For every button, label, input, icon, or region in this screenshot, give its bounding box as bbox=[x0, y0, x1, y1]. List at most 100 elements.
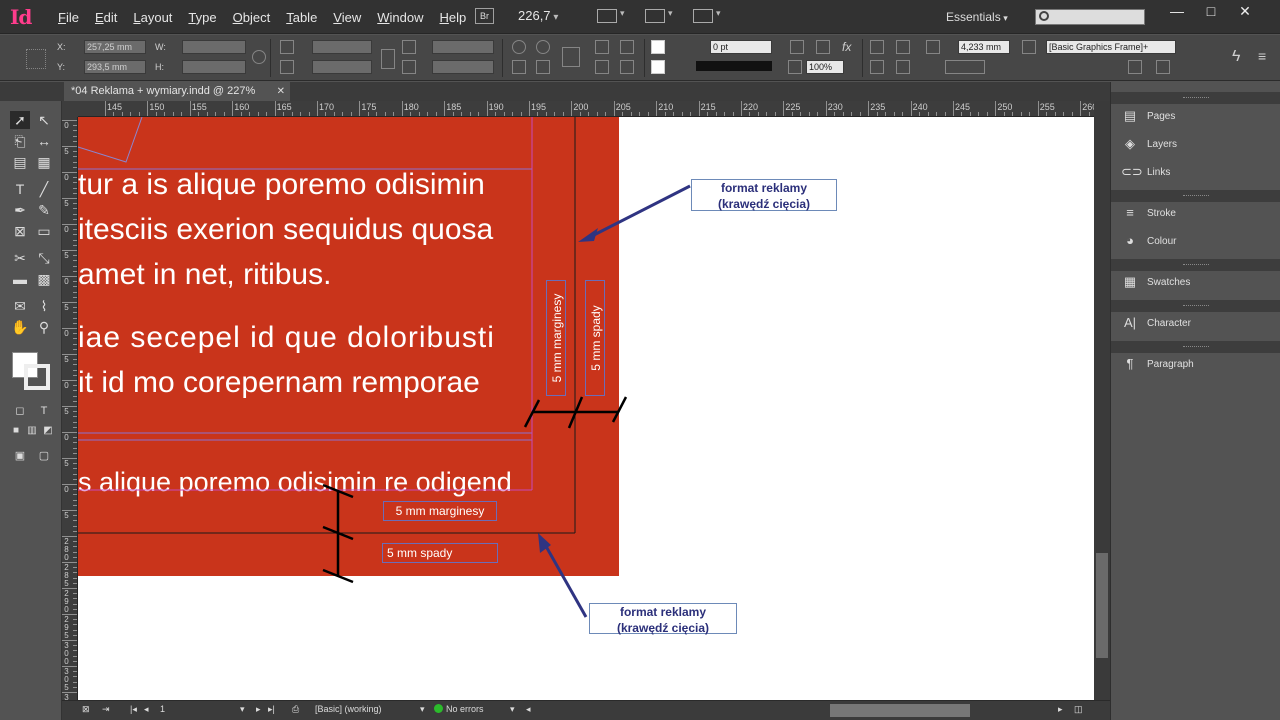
document-icon[interactable]: ⎙ bbox=[292, 704, 299, 715]
free-transform-tool-icon[interactable]: ⤡ bbox=[34, 249, 54, 267]
type-tool-icon[interactable]: T bbox=[10, 180, 30, 198]
flip-h-icon[interactable] bbox=[512, 60, 526, 74]
h-field[interactable] bbox=[182, 60, 246, 74]
page-tool-icon[interactable]: ⎗ bbox=[10, 132, 30, 150]
panel-menu-icon[interactable]: ≡ bbox=[1258, 48, 1266, 64]
pencil-tool-icon[interactable]: ✎ bbox=[34, 201, 54, 219]
workspace-switcher[interactable]: Essentials bbox=[946, 10, 1008, 24]
menu-help[interactable]: Help bbox=[432, 10, 475, 25]
corner-options-icon[interactable] bbox=[945, 60, 985, 74]
rotate-ccw-icon[interactable] bbox=[536, 40, 550, 54]
search-input[interactable] bbox=[1035, 9, 1145, 25]
stroke-weight-field[interactable]: 0 pt bbox=[710, 40, 772, 54]
next-page-icon[interactable]: ▸ bbox=[256, 704, 261, 715]
rotate-cw-icon[interactable] bbox=[512, 40, 526, 54]
previous-page-icon[interactable]: ◂ bbox=[144, 704, 149, 715]
panel-colour[interactable]: ◕ Colour bbox=[1121, 230, 1271, 254]
scissors-tool-icon[interactable]: ✂ bbox=[10, 249, 30, 267]
menu-window[interactable]: Window bbox=[369, 10, 431, 25]
minimize-button[interactable]: — bbox=[1160, 2, 1194, 20]
split-view-icon[interactable]: ◫ bbox=[1074, 704, 1083, 715]
opacity-field[interactable]: 100% bbox=[806, 60, 844, 74]
quick-apply-icon[interactable]: ϟ bbox=[1232, 48, 1240, 66]
panel-layers[interactable]: ◈ Layers bbox=[1121, 133, 1271, 157]
style-status[interactable]: [Basic] (working) bbox=[315, 704, 382, 714]
arrange-documents-icon[interactable] bbox=[693, 8, 721, 23]
fit-content-icon[interactable] bbox=[870, 60, 884, 74]
menu-table[interactable]: Table bbox=[278, 10, 325, 25]
menu-edit[interactable]: Edit bbox=[87, 10, 125, 25]
x-field[interactable]: 257,25 mm bbox=[84, 40, 146, 54]
select-next-icon[interactable] bbox=[620, 60, 634, 74]
style-options-icon[interactable] bbox=[1156, 60, 1170, 74]
open-in-icon[interactable]: ⇥ bbox=[102, 704, 110, 715]
page-dropdown-icon[interactable]: ▾ bbox=[240, 704, 245, 715]
fill-swatch-icon[interactable] bbox=[651, 40, 665, 54]
scroll-left-icon[interactable]: ◂ bbox=[526, 704, 531, 715]
line-tool-icon[interactable]: ╱ bbox=[34, 180, 54, 198]
align-icon[interactable] bbox=[870, 40, 884, 54]
horizontal-scroll-thumb[interactable] bbox=[830, 704, 970, 717]
view-options-icon[interactable] bbox=[597, 8, 625, 23]
panel-group-header[interactable] bbox=[1111, 341, 1280, 353]
scroll-right-icon[interactable]: ▸ bbox=[1058, 704, 1063, 715]
gap-tool-icon[interactable]: ↔ bbox=[34, 132, 54, 150]
style-dropdown-icon[interactable]: ▾ bbox=[420, 704, 425, 715]
y-field[interactable]: 293,5 mm bbox=[84, 60, 146, 74]
preflight-dropdown-icon[interactable]: ▾ bbox=[510, 704, 515, 715]
panel-stroke[interactable]: ≡ Stroke bbox=[1121, 202, 1271, 226]
panel-character[interactable]: A| Character bbox=[1121, 312, 1271, 336]
select-container-icon[interactable] bbox=[595, 40, 609, 54]
menu-view[interactable]: View bbox=[325, 10, 369, 25]
ruler-origin[interactable] bbox=[62, 101, 78, 117]
last-page-icon[interactable]: ▸| bbox=[268, 704, 275, 715]
object-style-dropdown[interactable]: [Basic Graphics Frame]+ bbox=[1046, 40, 1176, 54]
offset-field[interactable]: 4,233 mm bbox=[958, 40, 1010, 54]
eyedropper-tool-icon[interactable]: ⌇ bbox=[34, 297, 54, 315]
menu-file[interactable]: File bbox=[50, 10, 87, 25]
text-wrap-icon[interactable] bbox=[790, 40, 804, 54]
document-canvas[interactable]: tur a is alique poremo odisimin itesciis… bbox=[78, 117, 1094, 700]
panel-paragraph[interactable]: ¶ Paragraph bbox=[1121, 353, 1271, 377]
selection-tool-icon[interactable]: ➚ bbox=[10, 111, 30, 129]
close-button[interactable]: ✕ bbox=[1228, 2, 1262, 20]
panel-links[interactable]: ⊂⊃ Links bbox=[1121, 161, 1271, 185]
w-field[interactable] bbox=[182, 40, 246, 54]
panel-pages[interactable]: ▤ Pages bbox=[1121, 105, 1271, 129]
select-previous-icon[interactable] bbox=[595, 60, 609, 74]
close-tab-icon[interactable]: ✕ bbox=[277, 82, 285, 101]
screen-mode-icon[interactable] bbox=[645, 8, 673, 23]
rectangle-frame-tool-icon[interactable]: ⊠ bbox=[10, 222, 30, 240]
pasteboard-icon[interactable]: ⊠ bbox=[82, 704, 90, 715]
distribute-icon[interactable] bbox=[896, 40, 910, 54]
panel-group-header[interactable] bbox=[1111, 300, 1280, 312]
flip-v-icon[interactable] bbox=[536, 60, 550, 74]
vertical-scrollbar[interactable] bbox=[1094, 101, 1110, 700]
menu-type[interactable]: Type bbox=[180, 10, 224, 25]
constrain-proportions-icon[interactable] bbox=[252, 50, 266, 64]
panel-group-header[interactable] bbox=[1111, 190, 1280, 202]
preview-mode-icon[interactable]: ▢ bbox=[34, 447, 54, 465]
rectangle-tool-icon[interactable]: ▭ bbox=[34, 222, 54, 240]
menu-layout[interactable]: Layout bbox=[125, 10, 180, 25]
zoom-tool-icon[interactable]: ⚲ bbox=[34, 318, 54, 336]
panel-group-header[interactable] bbox=[1111, 92, 1280, 104]
select-content-icon[interactable] bbox=[620, 40, 634, 54]
fit-frame-icon[interactable] bbox=[896, 60, 910, 74]
formatting-container-icon[interactable]: ◻ bbox=[10, 402, 30, 420]
rotation-field[interactable] bbox=[432, 40, 494, 54]
menu-object[interactable]: Object bbox=[225, 10, 279, 25]
drop-shadow-icon[interactable] bbox=[816, 40, 830, 54]
scroll-thumb[interactable] bbox=[1096, 553, 1108, 658]
stroke-type-dropdown[interactable] bbox=[696, 61, 772, 71]
zoom-level[interactable]: 226,7 bbox=[518, 8, 558, 23]
direct-selection-tool-icon[interactable]: ↖ bbox=[34, 111, 54, 129]
scale-x-field[interactable] bbox=[312, 40, 372, 54]
gradient-feather-tool-icon[interactable]: ▩ bbox=[34, 270, 54, 288]
first-page-icon[interactable]: |◂ bbox=[130, 704, 137, 715]
scale-y-field[interactable] bbox=[312, 60, 372, 74]
reference-point-icon[interactable] bbox=[26, 49, 46, 69]
panel-group-header[interactable] bbox=[1111, 259, 1280, 271]
apply-none-icon[interactable]: ◩ bbox=[38, 422, 58, 440]
formatting-text-icon[interactable]: T bbox=[34, 402, 54, 420]
